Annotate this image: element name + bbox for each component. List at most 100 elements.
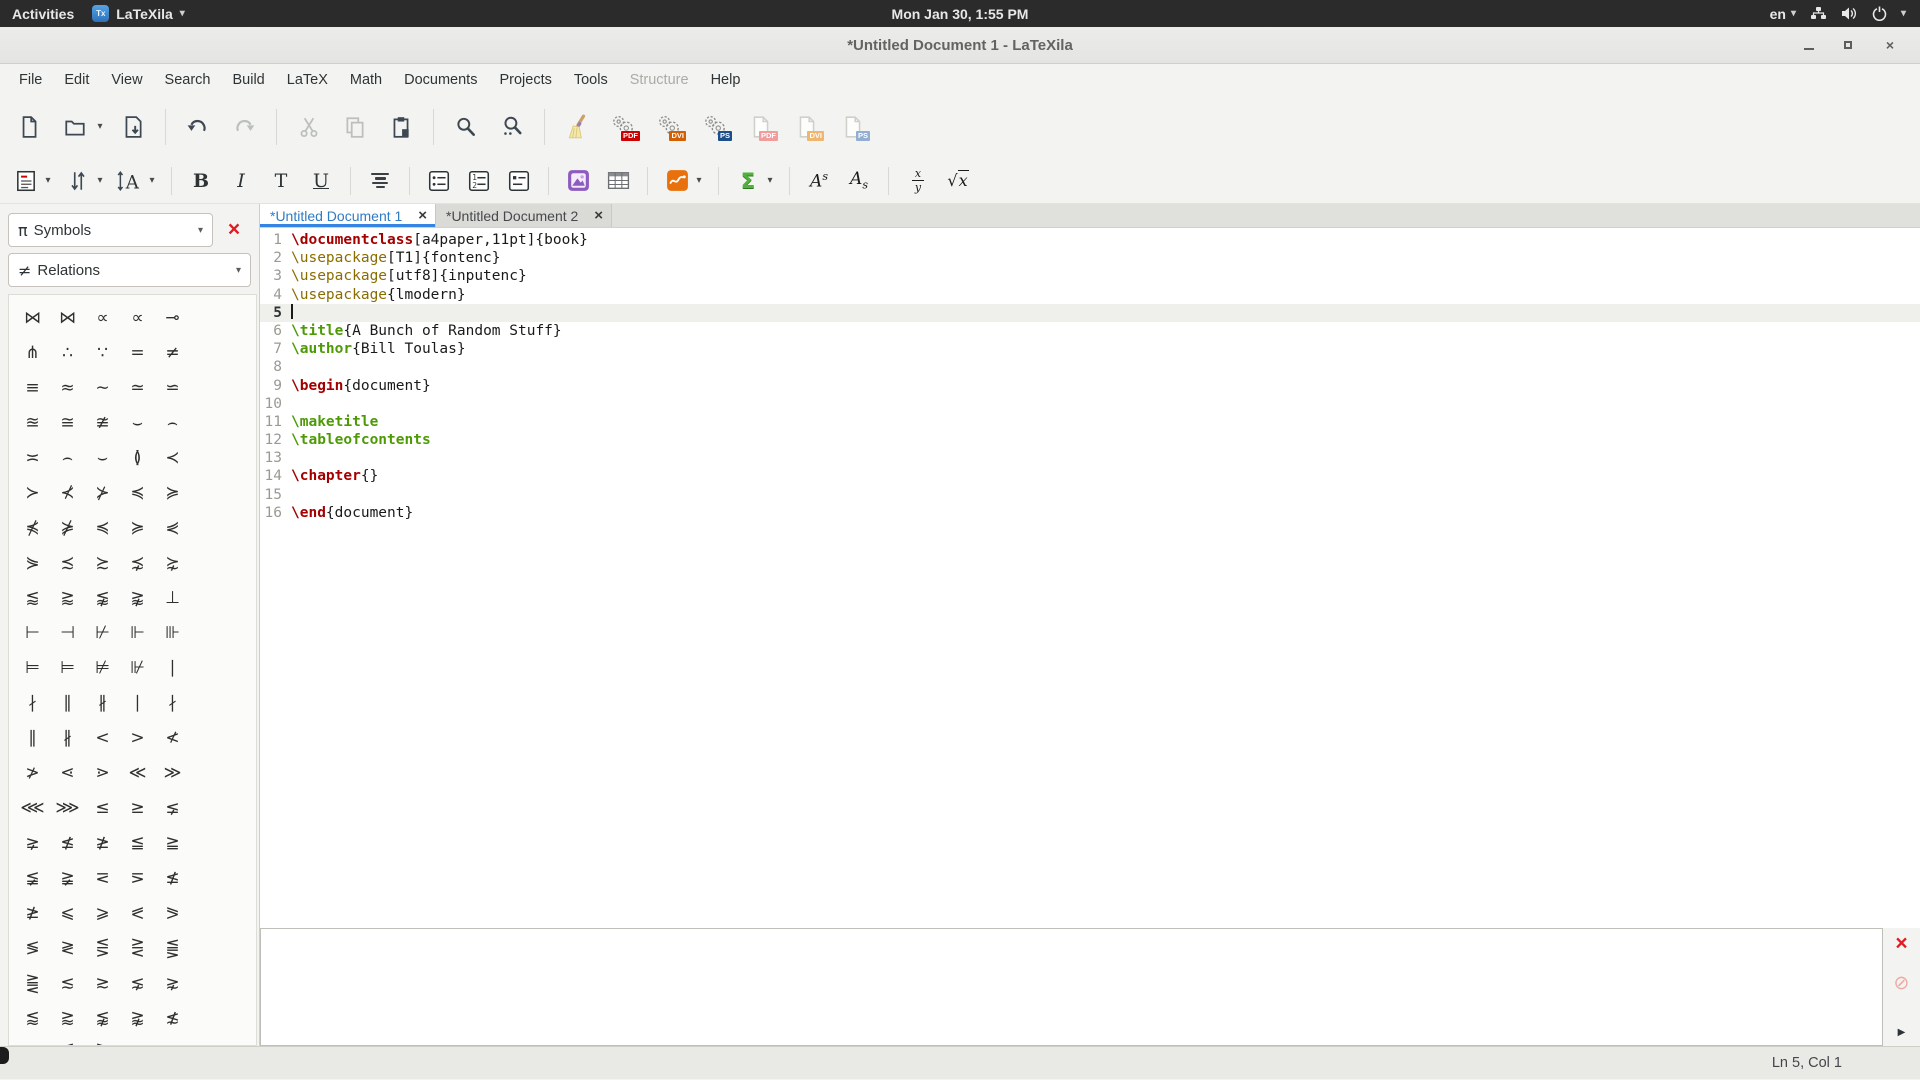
symbol-button[interactable]: =	[120, 335, 155, 370]
tab-close-icon[interactable]: ×	[586, 207, 603, 224]
symbol-button[interactable]: ⪖	[155, 895, 190, 930]
menu-edit[interactable]: Edit	[53, 67, 100, 93]
symbol-button[interactable]: ⪕	[120, 895, 155, 930]
symbol-button[interactable]: ≱	[85, 825, 120, 860]
symbol-button[interactable]: ⋚	[85, 930, 120, 965]
symbol-button[interactable]: ⋠	[15, 510, 50, 545]
open-document-button[interactable]	[60, 112, 90, 142]
symbol-button[interactable]: ≅	[50, 405, 85, 440]
symbol-button[interactable]: ⊬	[85, 615, 120, 650]
symbol-button[interactable]: ∥	[15, 720, 50, 755]
symbol-button[interactable]: ⋔	[15, 335, 50, 370]
code-line[interactable]: 5	[260, 304, 1920, 322]
symbol-button[interactable]: ∤	[15, 685, 50, 720]
symbol-button[interactable]: ⪉	[85, 1000, 120, 1035]
superscript-button[interactable]: As	[804, 166, 834, 196]
code-line[interactable]: 16\end{document}	[260, 504, 1920, 522]
code-area[interactable]: 1\documentclass[a4paper,11pt]{book}2\use…	[260, 228, 1920, 928]
references-button[interactable]	[63, 166, 93, 196]
symbol-button[interactable]: ≠	[155, 335, 190, 370]
symbol-button[interactable]: ≰	[50, 825, 85, 860]
typewriter-button[interactable]: T	[266, 166, 296, 196]
code-line[interactable]: 3\usepackage[utf8]{inputenc}	[260, 267, 1920, 285]
symbol-button[interactable]: ≦	[120, 825, 155, 860]
enumerate-list-button[interactable]: 12	[464, 166, 494, 196]
symbol-button[interactable]: ⊢	[15, 615, 50, 650]
character-size-button[interactable]: A	[115, 166, 145, 196]
symbol-button[interactable]: ≼	[85, 510, 120, 545]
symbol-button[interactable]: ⋩	[155, 545, 190, 580]
symbol-button[interactable]: ⋛	[120, 930, 155, 965]
tab-close-icon[interactable]: ×	[410, 207, 427, 224]
symbol-button[interactable]: ≷	[50, 930, 85, 965]
code-line[interactable]: 2\usepackage[T1]{fontenc}	[260, 249, 1920, 267]
symbol-button[interactable]: ⪆	[50, 1000, 85, 1035]
symbol-button[interactable]: ⋘	[15, 790, 50, 825]
symbol-button[interactable]: ≻	[15, 475, 50, 510]
symbol-button[interactable]: ∣	[155, 650, 190, 685]
symbol-button[interactable]: ⪅	[15, 580, 50, 615]
clock[interactable]: Mon Jan 30, 1:55 PM	[0, 6, 1920, 22]
symbol-button[interactable]: ⋜	[85, 860, 120, 895]
symbol-button[interactable]: ⊨	[50, 650, 85, 685]
symbol-button[interactable]: ⊥	[155, 580, 190, 615]
symbol-button[interactable]: ⩽	[50, 895, 85, 930]
symbol-button[interactable]: ⪊	[120, 580, 155, 615]
symbol-button[interactable]: ⊭	[85, 650, 120, 685]
symbol-button[interactable]: ∴	[50, 335, 85, 370]
code-line[interactable]: 8	[260, 358, 1920, 376]
chevron-down-icon[interactable]: ▾	[1901, 8, 1906, 19]
symbol-button[interactable]: ⋈	[15, 300, 50, 335]
math-functions-button[interactable]: Σ	[733, 166, 763, 196]
symbol-button[interactable]: ⌢	[155, 405, 190, 440]
expand-panel-icon[interactable]: ▶	[1898, 1027, 1906, 1038]
document-tab[interactable]: *Untitled Document 2×	[436, 204, 612, 227]
symbol-category-selector[interactable]: ≠ Relations ▾	[8, 253, 251, 287]
minimize-button[interactable]	[1804, 41, 1814, 50]
code-line[interactable]: 13	[260, 449, 1920, 467]
symbol-button[interactable]: ≺	[155, 440, 190, 475]
keyboard-layout-indicator[interactable]: en ▾	[1770, 6, 1796, 22]
symbol-button[interactable]: ⌣	[85, 440, 120, 475]
math-environments-button[interactable]	[662, 166, 692, 196]
symbol-button[interactable]: ⊪	[155, 615, 190, 650]
code-line[interactable]: 1\documentclass[a4paper,11pt]{book}	[260, 231, 1920, 249]
symbol-button[interactable]: ≴	[155, 1000, 190, 1035]
side-panel-selector[interactable]: π Symbols ▾	[8, 213, 213, 247]
symbol-button[interactable]: ⪊	[120, 1000, 155, 1035]
document-tab[interactable]: *Untitled Document 1×	[260, 204, 436, 227]
symbol-button[interactable]: ≽	[155, 475, 190, 510]
open-recent-dropdown[interactable]: ▾	[94, 121, 106, 132]
sectioning-dropdown[interactable]: ▾	[42, 175, 54, 186]
symbol-button[interactable]: ≊	[15, 405, 50, 440]
menu-search[interactable]: Search	[154, 67, 222, 93]
symbol-button[interactable]: ≳	[155, 1035, 190, 1046]
symbol-button[interactable]: ≇	[85, 405, 120, 440]
italic-button[interactable]: I	[226, 166, 256, 196]
symbol-button[interactable]: ⪌	[15, 965, 50, 1000]
symbol-button[interactable]: ⋍	[155, 370, 190, 405]
volume-icon[interactable]	[1841, 6, 1858, 21]
compile-latex-ps-button[interactable]: PS	[700, 112, 730, 142]
insert-image-button[interactable]	[563, 166, 593, 196]
symbol-button[interactable]: ⪋	[155, 930, 190, 965]
symbol-button[interactable]: ≿	[85, 545, 120, 580]
center-align-button[interactable]	[365, 166, 395, 196]
symbol-button[interactable]: ≽	[120, 510, 155, 545]
bottom-panel-close-icon[interactable]: ×	[1895, 932, 1907, 956]
symbol-button[interactable]: ≵	[15, 1035, 50, 1046]
symbol-button[interactable]: ⋟	[15, 545, 50, 580]
symbol-button[interactable]: ≶	[15, 930, 50, 965]
symbol-button[interactable]: ≫	[155, 755, 190, 790]
menu-help[interactable]: Help	[700, 67, 752, 93]
symbol-button[interactable]: ≧	[155, 825, 190, 860]
symbol-button[interactable]: ≨	[15, 860, 50, 895]
symbol-button[interactable]: ⪈	[15, 825, 50, 860]
symbol-button[interactable]: ⩾	[85, 895, 120, 930]
undo-button[interactable]	[183, 112, 213, 142]
symbol-button[interactable]: ⋞	[155, 510, 190, 545]
symbol-button[interactable]: ∥	[50, 685, 85, 720]
symbol-button[interactable]: ⊀	[50, 475, 85, 510]
symbol-button[interactable]: ≲	[50, 965, 85, 1000]
window-titlebar[interactable]: *Untitled Document 1 - LaTeXila ×	[0, 27, 1920, 64]
